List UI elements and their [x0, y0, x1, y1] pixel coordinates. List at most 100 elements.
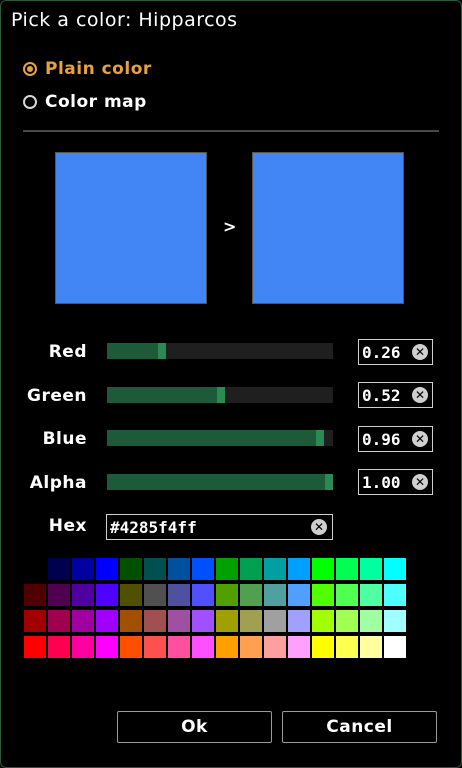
- blue-value: 0.96: [362, 430, 401, 449]
- palette-swatch[interactable]: [144, 610, 166, 632]
- palette-swatch[interactable]: [312, 636, 334, 658]
- clear-icon[interactable]: ✕: [311, 519, 327, 535]
- palette-swatch[interactable]: [264, 610, 286, 632]
- palette-swatch[interactable]: [24, 584, 46, 606]
- palette-swatch[interactable]: [216, 584, 238, 606]
- clear-icon[interactable]: ✕: [412, 474, 428, 490]
- palette-swatch[interactable]: [96, 558, 118, 580]
- green-slider-handle[interactable]: [216, 387, 225, 403]
- palette-swatch[interactable]: [48, 636, 70, 658]
- palette-swatch[interactable]: [144, 584, 166, 606]
- palette-swatch[interactable]: [216, 610, 238, 632]
- palette-swatch[interactable]: [240, 610, 262, 632]
- palette-swatch[interactable]: [288, 558, 310, 580]
- palette-swatch[interactable]: [72, 636, 94, 658]
- palette-swatch[interactable]: [96, 610, 118, 632]
- palette-swatch[interactable]: [264, 636, 286, 658]
- palette-swatch[interactable]: [216, 636, 238, 658]
- separator: [23, 130, 439, 132]
- palette-swatch[interactable]: [120, 636, 142, 658]
- palette-spacer: [408, 558, 430, 580]
- palette-swatch[interactable]: [240, 584, 262, 606]
- plain-color-label: Plain color: [45, 59, 152, 79]
- palette-swatch[interactable]: [96, 584, 118, 606]
- palette-swatch[interactable]: [168, 636, 190, 658]
- palette-swatch[interactable]: [168, 558, 190, 580]
- color-map-label: Color map: [45, 92, 147, 112]
- palette-swatch[interactable]: [312, 610, 334, 632]
- blue-label: Blue: [42, 429, 87, 449]
- palette-swatch[interactable]: [288, 584, 310, 606]
- palette-swatch[interactable]: [144, 558, 166, 580]
- palette-swatch[interactable]: [384, 610, 406, 632]
- palette-swatch[interactable]: [360, 636, 382, 658]
- blue-value-field[interactable]: 0.96 ✕: [358, 426, 433, 452]
- palette-swatch[interactable]: [192, 610, 214, 632]
- palette-swatch[interactable]: [216, 558, 238, 580]
- palette-swatch[interactable]: [384, 558, 406, 580]
- palette-swatch[interactable]: [336, 636, 358, 658]
- palette-swatch[interactable]: [48, 558, 70, 580]
- red-value-field[interactable]: 0.26 ✕: [358, 339, 433, 365]
- palette-swatch[interactable]: [312, 584, 334, 606]
- palette-swatch[interactable]: [144, 636, 166, 658]
- green-label: Green: [27, 386, 87, 406]
- red-value: 0.26: [362, 343, 401, 362]
- palette-swatch[interactable]: [288, 610, 310, 632]
- palette-swatch[interactable]: [336, 584, 358, 606]
- cancel-button[interactable]: Cancel: [282, 711, 437, 743]
- ok-button[interactable]: Ok: [117, 711, 272, 743]
- palette-swatch[interactable]: [288, 636, 310, 658]
- palette-swatch[interactable]: [48, 610, 70, 632]
- palette-swatch[interactable]: [120, 610, 142, 632]
- palette-swatch[interactable]: [240, 558, 262, 580]
- palette-swatch[interactable]: [336, 610, 358, 632]
- alpha-slider-fill: [107, 474, 333, 490]
- palette-swatch[interactable]: [120, 584, 142, 606]
- alpha-value-field[interactable]: 1.00 ✕: [358, 469, 433, 495]
- clear-icon[interactable]: ✕: [412, 431, 428, 447]
- palette-swatch[interactable]: [168, 584, 190, 606]
- palette-swatch[interactable]: [168, 610, 190, 632]
- red-slider[interactable]: [107, 343, 333, 359]
- palette-swatch[interactable]: [192, 584, 214, 606]
- palette-swatch[interactable]: [312, 558, 334, 580]
- palette-swatch[interactable]: [360, 584, 382, 606]
- blue-slider-handle[interactable]: [315, 430, 324, 446]
- palette-swatch[interactable]: [24, 610, 46, 632]
- palette-swatch[interactable]: [24, 558, 46, 580]
- blue-slider[interactable]: [107, 430, 333, 446]
- palette-spacer: [408, 636, 430, 658]
- palette-swatch[interactable]: [264, 558, 286, 580]
- palette-swatch[interactable]: [384, 584, 406, 606]
- hex-input[interactable]: #4285f4ff ✕: [106, 514, 333, 540]
- palette-swatch[interactable]: [72, 610, 94, 632]
- palette-swatch[interactable]: [336, 558, 358, 580]
- palette-swatch[interactable]: [72, 558, 94, 580]
- palette-swatch[interactable]: [24, 636, 46, 658]
- green-slider[interactable]: [107, 387, 333, 403]
- palette-swatch[interactable]: [96, 636, 118, 658]
- radio-unchecked-icon[interactable]: [23, 95, 37, 109]
- palette-swatch[interactable]: [240, 636, 262, 658]
- palette-swatch[interactable]: [72, 584, 94, 606]
- palette-swatch[interactable]: [384, 636, 406, 658]
- palette-swatch[interactable]: [360, 610, 382, 632]
- palette-swatch[interactable]: [192, 558, 214, 580]
- color-map-option[interactable]: Color map: [23, 90, 147, 114]
- clear-icon[interactable]: ✕: [412, 344, 428, 360]
- alpha-slider[interactable]: [107, 474, 333, 490]
- palette-swatch[interactable]: [192, 636, 214, 658]
- alpha-slider-handle[interactable]: [325, 474, 333, 490]
- clear-icon[interactable]: ✕: [412, 387, 428, 403]
- green-value-field[interactable]: 0.52 ✕: [358, 382, 433, 408]
- palette-swatch[interactable]: [120, 558, 142, 580]
- palette-swatch[interactable]: [360, 558, 382, 580]
- palette-spacer: [408, 610, 430, 632]
- radio-checked-icon[interactable]: [23, 62, 37, 76]
- palette-swatch[interactable]: [48, 584, 70, 606]
- red-slider-handle[interactable]: [157, 343, 166, 359]
- palette-swatch[interactable]: [264, 584, 286, 606]
- color-palette: [24, 558, 436, 658]
- plain-color-option[interactable]: Plain color: [23, 57, 152, 81]
